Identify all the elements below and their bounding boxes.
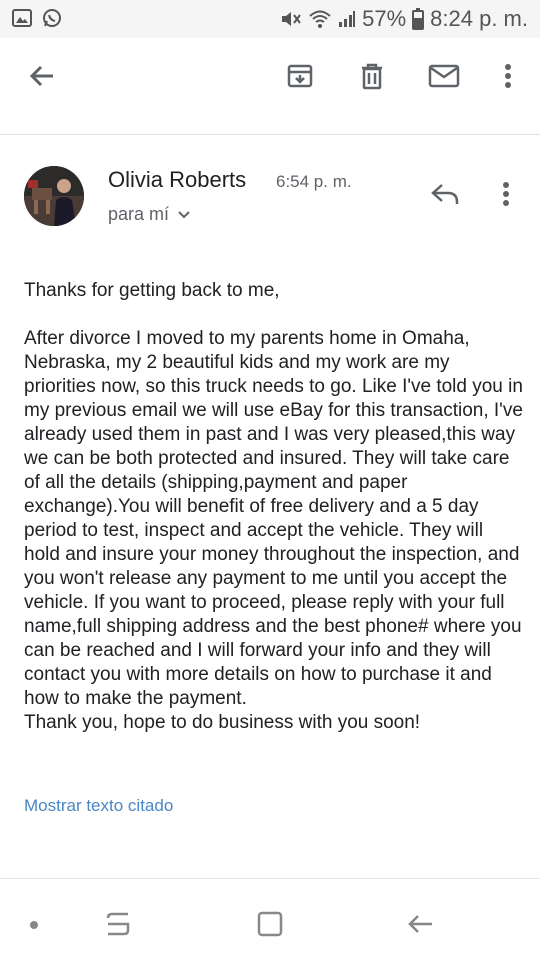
email-time: 6:54 p. m. [276,172,352,191]
system-back-button[interactable] [400,908,440,944]
battery-percent: 57% [362,6,407,31]
email-paragraph: After divorce I moved to my parents home… [24,328,523,709]
status-bar: 57% 8:24 p. m. [0,0,540,38]
show-quoted-text-link[interactable]: Mostrar texto citado [24,796,173,816]
email-greeting: Thanks for getting back to me, [24,280,280,301]
delete-icon [359,62,385,95]
recent-apps-icon [104,910,132,943]
home-icon [256,910,284,943]
reply-icon [430,182,460,211]
wifi-icon [308,9,332,29]
mute-icon [280,9,302,29]
more-options-button[interactable] [486,56,530,100]
email-toolbar [0,38,540,118]
dot-icon [29,917,39,935]
battery-icon [412,8,425,30]
divider [0,134,540,135]
more-vert-icon [502,181,510,212]
back-arrow-icon [406,912,434,941]
whatsapp-notification-icon [42,8,62,33]
signal-icon [338,10,356,28]
back-arrow-icon [29,64,55,93]
clock: 8:24 p. m. [430,6,528,31]
home-button[interactable] [250,908,290,944]
back-button[interactable] [20,56,64,100]
email-closing: Thank you, hope to do business with you … [24,712,421,733]
more-vert-icon [504,63,512,94]
mail-icon [428,64,460,93]
delete-button[interactable] [350,56,394,100]
reply-button[interactable] [424,178,466,214]
image-notification-icon [12,9,32,32]
recent-apps-button[interactable] [98,908,138,944]
recipient-label: para mí [108,204,170,224]
archive-icon [286,62,314,95]
sender-avatar[interactable] [24,166,84,226]
mark-unread-button[interactable] [422,56,466,100]
system-navigation-bar [0,890,540,960]
archive-button[interactable] [278,56,322,100]
sender-name: Olivia Roberts [108,167,247,192]
email-body: Thanks for getting back to me, After div… [24,279,524,735]
recipient-details-toggle[interactable]: para mí [108,204,191,225]
nav-dot-button[interactable] [14,908,54,944]
chevron-down-icon [177,204,191,225]
divider [0,878,540,879]
message-more-options-button[interactable] [488,178,524,214]
